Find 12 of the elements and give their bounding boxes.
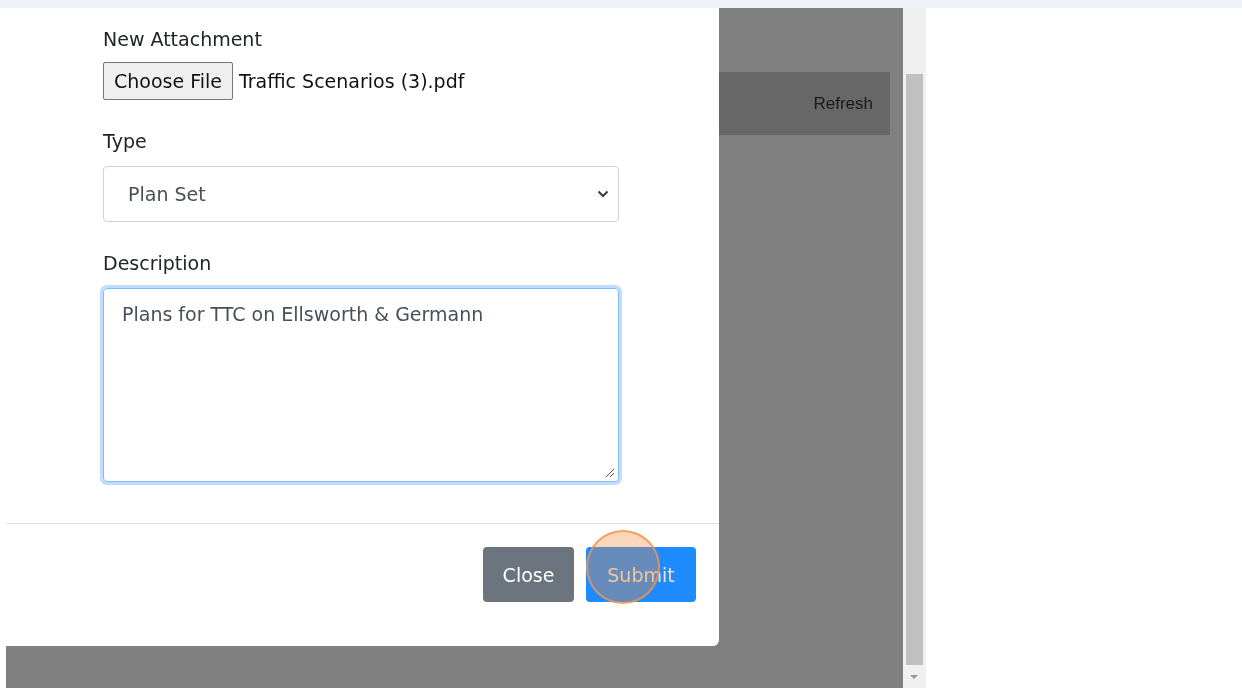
close-button[interactable]: Close xyxy=(483,547,574,602)
field-label: New Attachment xyxy=(103,28,263,50)
type-select[interactable]: Plan Set xyxy=(103,166,619,222)
chevron-icon xyxy=(597,190,609,198)
scroll-down-arrow-icon[interactable] xyxy=(909,674,919,680)
field-label: Description xyxy=(103,252,213,274)
resize-grip-icon xyxy=(605,468,615,478)
choose-file-button[interactable]: Choose File xyxy=(103,62,233,100)
scrollbar[interactable] xyxy=(903,8,926,688)
field-label: Type xyxy=(103,130,148,152)
file-name: Traffic Scenarios (3).pdf xyxy=(239,70,465,92)
description-field[interactable]: Plans for TTC on Ellsworth & Germann xyxy=(103,288,619,482)
